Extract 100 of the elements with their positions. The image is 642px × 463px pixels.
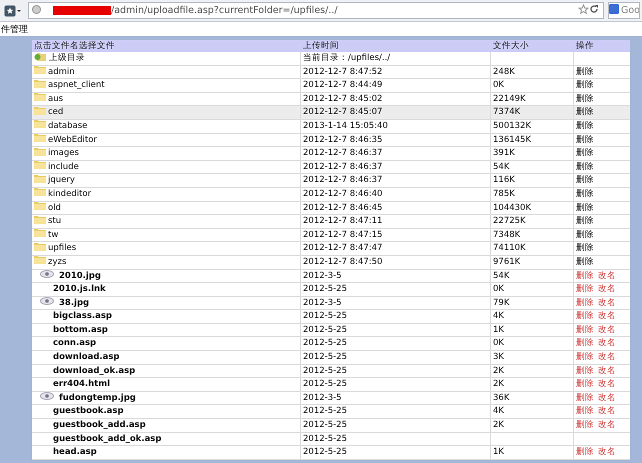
- file-name[interactable]: 2010.jpg: [59, 270, 101, 282]
- rename-link[interactable]: 改名: [598, 296, 616, 310]
- delete-link[interactable]: 删除: [576, 283, 594, 296]
- delete-link[interactable]: 删除: [576, 92, 594, 106]
- bookmarks-button[interactable]: [2, 2, 24, 18]
- delete-link[interactable]: 删除: [576, 405, 594, 418]
- delete-link[interactable]: 删除: [576, 392, 594, 404]
- column-header: 操作: [575, 40, 595, 52]
- rename-link[interactable]: 改名: [598, 446, 616, 459]
- upload-time: 2012-12-7 8:45:07: [302, 106, 384, 119]
- rename-link[interactable]: 改名: [598, 364, 616, 378]
- delete-link[interactable]: 删除: [576, 256, 594, 268]
- file-name[interactable]: eWebEditor: [48, 134, 97, 146]
- delete-link[interactable]: 删除: [576, 215, 594, 228]
- rename-link[interactable]: 改名: [598, 324, 616, 336]
- rename-link[interactable]: 改名: [598, 419, 616, 432]
- file-name-link[interactable]: guestbook_add_ok.asp: [32, 432, 301, 446]
- rename-link[interactable]: 改名: [598, 283, 616, 296]
- delete-link[interactable]: 删除: [576, 147, 594, 160]
- file-name[interactable]: aspnet_client: [48, 79, 105, 92]
- upload-time: 2012-12-7 8:47:11: [302, 215, 384, 228]
- file-name[interactable]: fudongtemp.jpg: [59, 392, 136, 404]
- file-name[interactable]: zyzs: [48, 256, 66, 268]
- file-size: 0K: [492, 337, 505, 350]
- rename-link[interactable]: 改名: [598, 270, 616, 282]
- file-name[interactable]: upfiles: [48, 242, 76, 255]
- delete-link[interactable]: 删除: [576, 419, 594, 432]
- column-header: 点击文件名选择文件: [33, 40, 116, 52]
- rename-link[interactable]: 改名: [598, 392, 616, 404]
- upload-time: 2012-5-25: [302, 351, 348, 364]
- address-bar[interactable]: /admin/uploadfile.asp?currentFolder=/upfiles/../: [28, 2, 604, 19]
- file-name-link[interactable]: download_ok.asp: [32, 364, 301, 378]
- upload-time: 2012-5-25: [302, 310, 348, 323]
- file-name[interactable]: old: [48, 202, 61, 214]
- file-name-link[interactable]: conn.asp: [32, 337, 301, 350]
- file-name[interactable]: ced: [48, 106, 64, 119]
- upload-time: 2012-12-7 8:44:49: [302, 79, 384, 92]
- file-name[interactable]: stu: [48, 215, 62, 228]
- file-size: 4K: [492, 310, 505, 323]
- delete-link[interactable]: 删除: [576, 188, 594, 201]
- file-name[interactable]: images: [48, 147, 79, 160]
- file-size: 2K: [492, 419, 505, 432]
- file-size: 79K: [492, 296, 510, 310]
- file-name[interactable]: include: [48, 160, 79, 174]
- file-name-link[interactable]: head.asp: [32, 446, 301, 459]
- delete-link[interactable]: 删除: [576, 174, 594, 187]
- delete-link[interactable]: 删除: [576, 378, 594, 391]
- file-name-link[interactable]: err404.html: [32, 378, 301, 391]
- upload-time: 2013-1-14 15:05:40: [302, 120, 389, 133]
- delete-link[interactable]: 删除: [576, 324, 594, 336]
- file-name[interactable]: tw: [48, 228, 58, 242]
- delete-link[interactable]: 删除: [576, 446, 594, 459]
- rename-link[interactable]: 改名: [598, 405, 616, 418]
- file-size: 4K: [492, 405, 505, 418]
- file-name[interactable]: 38.jpg: [59, 296, 90, 310]
- upload-time: 2012-12-7 8:47:15: [302, 228, 384, 242]
- delete-link[interactable]: 删除: [576, 228, 594, 242]
- file-size: 74110K: [492, 242, 527, 255]
- delete-link[interactable]: 删除: [576, 242, 594, 255]
- upload-time: 2012-3-5: [302, 296, 343, 310]
- delete-link[interactable]: 删除: [576, 270, 594, 282]
- delete-link[interactable]: 删除: [576, 337, 594, 350]
- file-name-link[interactable]: guestbook.asp: [32, 405, 301, 418]
- delete-link[interactable]: 删除: [576, 160, 594, 174]
- delete-link[interactable]: 删除: [576, 202, 594, 214]
- file-name-link[interactable]: bigclass.asp: [32, 310, 301, 323]
- delete-link[interactable]: 删除: [576, 120, 594, 133]
- file-size: 136145K: [492, 134, 532, 146]
- rename-link[interactable]: 改名: [598, 337, 616, 350]
- file-name[interactable]: aus: [48, 92, 64, 106]
- file-name-link[interactable]: download.asp: [32, 351, 301, 364]
- file-name[interactable]: jquery: [48, 174, 75, 187]
- file-name-link[interactable]: bottom.asp: [32, 324, 301, 336]
- file-size: 104430K: [492, 202, 532, 214]
- parent-folder-link[interactable]: 上级目录: [32, 52, 301, 65]
- delete-link[interactable]: 删除: [576, 106, 594, 119]
- rename-link[interactable]: 改名: [598, 378, 616, 391]
- file-size: 0K: [492, 283, 505, 296]
- file-size: 7348K: [492, 228, 522, 242]
- file-name[interactable]: database: [48, 120, 88, 133]
- delete-link[interactable]: 删除: [576, 79, 594, 92]
- file-size: 2K: [492, 364, 505, 378]
- upload-time: 2012-12-7 8:46:40: [302, 188, 384, 201]
- delete-link[interactable]: 删除: [576, 134, 594, 146]
- upload-time: 2012-12-7 8:47:52: [302, 66, 384, 78]
- delete-link[interactable]: 删除: [576, 351, 594, 364]
- delete-link[interactable]: 删除: [576, 296, 594, 310]
- delete-link[interactable]: 删除: [576, 310, 594, 323]
- upload-time: 2012-5-25: [302, 283, 348, 296]
- file-name[interactable]: kindeditor: [48, 188, 92, 201]
- delete-link[interactable]: 删除: [576, 364, 594, 378]
- delete-link[interactable]: 删除: [576, 66, 594, 78]
- upload-time: 2012-12-7 8:47:50: [302, 256, 384, 268]
- rename-link[interactable]: 改名: [598, 310, 616, 323]
- rename-link[interactable]: 改名: [598, 351, 616, 364]
- file-size: 391K: [492, 147, 516, 160]
- file-name[interactable]: admin: [48, 66, 75, 78]
- file-name-link[interactable]: guestbook_add.asp: [32, 419, 301, 432]
- upload-time: 2012-12-7 8:45:02: [302, 92, 384, 106]
- file-name-link[interactable]: 2010.js.lnk: [32, 283, 301, 296]
